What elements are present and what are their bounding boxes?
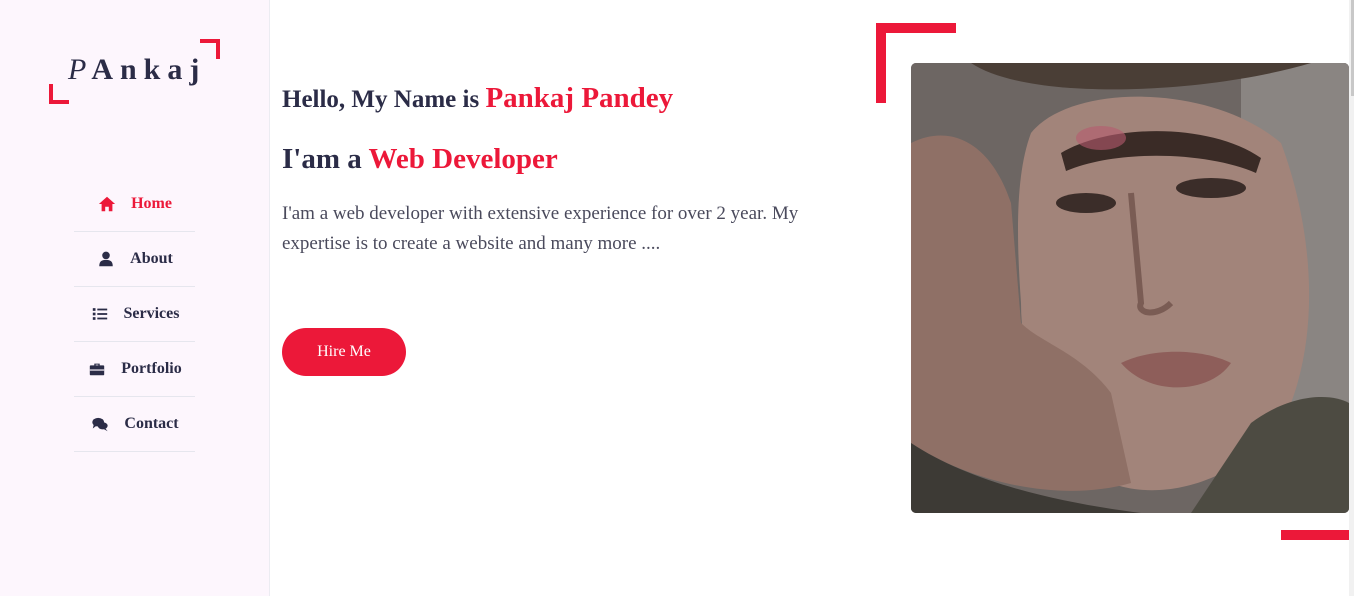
role-heading: I'am a Web Developer xyxy=(282,143,558,175)
name-highlight: Pankaj Pandey xyxy=(485,82,674,114)
nav-label-portfolio: Portfolio xyxy=(121,360,182,377)
briefcase-icon xyxy=(87,359,107,379)
profile-photo xyxy=(911,63,1349,513)
logo-text: PAnkaj xyxy=(68,53,207,86)
nav-link-about[interactable]: About xyxy=(96,249,173,269)
photo-frame-corner-bottom-right xyxy=(1281,530,1349,540)
hello-heading: Hello, My Name is Pankaj Pandey xyxy=(282,82,674,114)
nav-item-home: Home xyxy=(74,177,195,232)
sidebar: PAnkaj Home About Services Portfolio Con… xyxy=(0,0,270,596)
home-icon xyxy=(97,194,117,214)
nav-item-services: Services xyxy=(74,287,195,342)
comments-icon xyxy=(90,414,110,434)
nav-item-about: About xyxy=(74,232,195,287)
nav-item-contact: Contact xyxy=(74,397,195,452)
logo[interactable]: PAnkaj xyxy=(48,38,223,104)
nav-link-services[interactable]: Services xyxy=(90,304,180,324)
nav-item-portfolio: Portfolio xyxy=(74,342,195,397)
role-highlight: Web Developer xyxy=(368,143,558,175)
user-icon xyxy=(96,249,116,269)
nav-link-home[interactable]: Home xyxy=(97,194,172,214)
nav-label-contact: Contact xyxy=(124,415,179,432)
logo-corner-bottom-left xyxy=(49,84,69,104)
nav-label-home: Home xyxy=(131,195,172,212)
nav-label-services: Services xyxy=(123,305,180,322)
nav-link-portfolio[interactable]: Portfolio xyxy=(87,359,182,379)
nav-label-about: About xyxy=(130,250,173,267)
nav-link-contact[interactable]: Contact xyxy=(90,414,179,434)
list-icon xyxy=(90,304,110,324)
hire-me-button[interactable]: Hire Me xyxy=(282,328,406,376)
intro-description: I'am a web developer with extensive expe… xyxy=(282,203,799,254)
nav-menu: Home About Services Portfolio Contact xyxy=(74,177,195,452)
